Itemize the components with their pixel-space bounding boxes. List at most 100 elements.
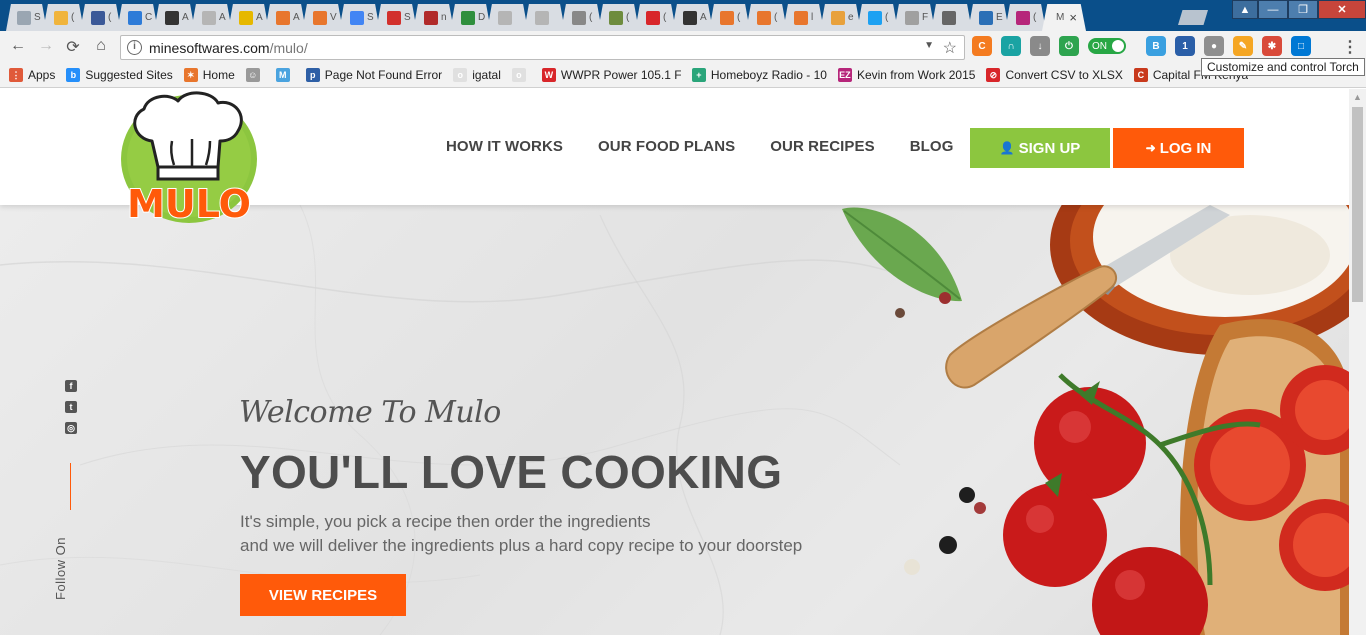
torch-icon[interactable]: C [972,36,992,56]
nav-our-recipes[interactable]: OUR RECIPES [770,138,874,155]
close-window-button[interactable]: ✕ [1318,0,1366,19]
hero-headline: YOU'LL LOVE COOKING [240,446,783,498]
browser-tab[interactable]: C [117,4,158,31]
minimize-button[interactable]: — [1258,0,1288,19]
tab-title: ( [885,12,889,23]
bookmark-item[interactable]: W WWPR Power 105.1 FM [541,68,681,82]
tab-title: S [367,12,374,23]
reload-button[interactable]: ⟳ [63,37,83,57]
browser-tab[interactable]: l [783,4,824,31]
browser-tab[interactable]: ( [561,4,602,31]
sign-up-button[interactable]: 👤 SIGN UP [970,128,1110,168]
view-recipes-button[interactable]: VIEW RECIPES [240,574,406,616]
home-button[interactable]: ⌂ [91,37,111,55]
browser-tab[interactable]: ( [857,4,898,31]
stripe-icon [424,10,438,25]
follow-divider [70,463,71,510]
nav-our-food-plans[interactable]: OUR FOOD PLANS [598,138,735,155]
bookmark-item[interactable]: o igatal [453,68,501,82]
browser-tab[interactable]: A [191,4,232,31]
log-in-button[interactable]: ➜ LOG IN [1113,128,1244,168]
tab-title: ( [589,12,593,23]
browser-tab[interactable]: S [376,4,417,31]
browser-tab[interactable]: e [820,4,861,31]
site-info-icon[interactable]: i [127,40,142,55]
page-scrollbar[interactable]: ▲ [1349,89,1366,635]
bookmark-item[interactable]: ⋮ Apps [9,68,55,82]
b-ext-icon[interactable]: B [1146,36,1166,56]
facebook-icon[interactable]: f [65,380,77,392]
globe-ext-icon[interactable]: ● [1204,36,1224,56]
pencil-ext-icon[interactable]: ✎ [1233,36,1253,56]
maximize-button[interactable]: ❐ [1288,0,1318,19]
browser-tab[interactable]: ( [635,4,676,31]
new-tab-button[interactable] [1178,10,1208,25]
tab-title: ( [737,12,741,23]
browser-tab[interactable]: S [6,4,47,31]
forward-button[interactable]: → [36,37,56,55]
user-icon: 👤 [999,141,1015,155]
browser-tab[interactable] [524,4,565,31]
bookmark-item[interactable]: p Page Not Found Error [305,68,442,82]
browser-tab[interactable]: A [265,4,306,31]
mulo-logo[interactable]: MULO [114,89,264,229]
nav-blog[interactable]: BLOG [910,138,954,155]
browser-tab[interactable]: ( [1005,4,1046,31]
browser-tab[interactable] [487,4,528,31]
toggle-switch[interactable]: ON [1088,38,1126,54]
browser-tab[interactable]: E [968,4,1009,31]
bookmark-item[interactable]: ✶ Home [183,68,235,82]
figure-icon [572,10,586,25]
tab-title: ( [1033,12,1037,23]
tab-title: S [34,12,41,23]
b-icon [979,10,993,25]
tab-title: ( [108,12,112,23]
browser-tab-active[interactable]: M × [1042,4,1086,31]
browser-tab[interactable]: ( [43,4,84,31]
browser-tab[interactable]: ( [746,4,787,31]
browser-tab[interactable]: S [339,4,380,31]
stamp-icon[interactable]: 1 [1175,36,1195,56]
bookmark-item[interactable]: M [275,68,295,82]
browser-tab[interactable]: D [450,4,491,31]
chevron-down-icon[interactable]: ▼ [924,40,934,51]
headphones-icon[interactable]: ∩ [1001,36,1021,56]
nav-how-it-works[interactable]: HOW IT WORKS [446,138,563,155]
browser-tab[interactable]: n [413,4,454,31]
address-bar[interactable]: i minesoftwares.com/mulo/ ▼ ☆ [120,35,965,60]
bookmark-item[interactable]: ☺ [245,68,265,82]
browser-tab[interactable]: V [302,4,343,31]
browser-tab[interactable]: A [228,4,269,31]
scrollbar-thumb[interactable] [1352,107,1363,302]
bookmark-label: Homeboyz Radio - 10 [710,68,827,82]
bookmark-item[interactable]: ⊘ Convert CSV to XLSX [986,68,1123,82]
bookmark-item[interactable]: o [511,68,531,82]
outlook-icon[interactable]: □ [1291,36,1311,56]
browser-tab[interactable]: ( [80,4,121,31]
browser-menu-button[interactable]: ⋮ [1342,37,1358,57]
bookmark-item[interactable]: b Suggested Sites [66,68,173,82]
pinwheel-icon[interactable]: ✱ [1262,36,1282,56]
download-icon[interactable]: ↓ [1030,36,1050,56]
browser-tab[interactable] [931,4,972,31]
browser-tab[interactable]: ( [598,4,639,31]
twitter-icon[interactable]: t [65,401,77,413]
profile-button[interactable]: ▲ [1232,0,1258,19]
browser-tab[interactable]: F [894,4,935,31]
back-button[interactable]: ← [8,37,28,55]
browser-tab[interactable]: ( [709,4,750,31]
tab-title: l [811,12,814,23]
joomla-icon: ✶ [183,68,198,82]
browser-tab[interactable]: A [154,4,195,31]
bookmark-item[interactable]: + Homeboyz Radio - 10 [691,68,827,82]
grid-icon [831,10,845,25]
bookmark-star-icon[interactable]: ☆ [943,38,957,58]
browser-tab[interactable]: A [672,4,713,31]
address-url[interactable]: minesoftwares.com/mulo/ [149,40,308,56]
power-icon[interactable]: ⏻ [1059,36,1079,56]
tab-title: n [441,12,447,23]
instagram-icon[interactable]: ◎ [65,422,77,434]
close-tab-icon[interactable]: × [1069,10,1077,25]
scroll-up-icon[interactable]: ▲ [1353,92,1362,102]
bookmark-item[interactable]: EZ Kevin from Work 2015 [837,68,975,82]
